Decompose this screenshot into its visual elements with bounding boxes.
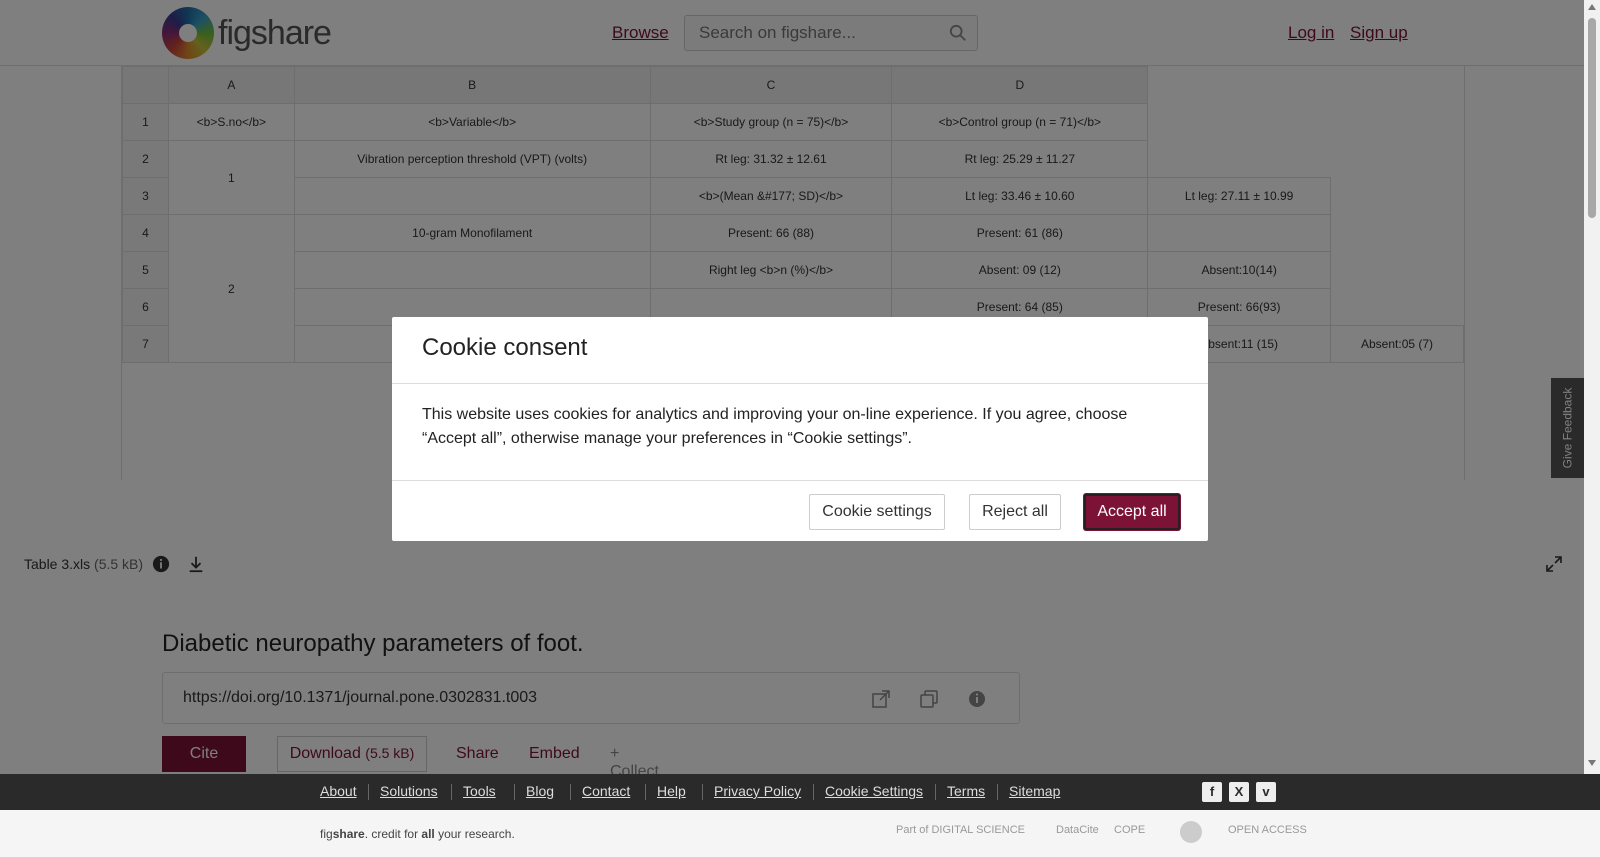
footer-link-cookie-settings[interactable]: Cookie Settings — [825, 783, 923, 799]
facebook-icon[interactable]: f — [1202, 782, 1222, 802]
footer-link-solutions[interactable]: Solutions — [380, 783, 438, 799]
cookie-consent-dialog: Cookie consent This website uses cookies… — [392, 317, 1208, 541]
footer-link-contact[interactable]: Contact — [582, 783, 630, 799]
dialog-body: This website uses cookies for analytics … — [422, 406, 1128, 447]
tagline-share: share — [332, 827, 365, 841]
footer-tagline: figshare. credit for all your research. — [320, 827, 515, 841]
tagline-mid: . credit for — [364, 827, 422, 841]
separator — [997, 784, 998, 800]
footer-nav: About Solutions Tools Blog Contact Help … — [0, 774, 1600, 810]
separator — [702, 784, 703, 800]
accept-all-button[interactable]: Accept all — [1084, 494, 1180, 530]
open-access-logo[interactable]: OPEN ACCESS — [1228, 824, 1307, 836]
footer-link-terms[interactable]: Terms — [947, 783, 985, 799]
scroll-down-arrow-icon[interactable] — [1588, 760, 1596, 766]
vimeo-icon[interactable]: v — [1256, 782, 1276, 802]
separator — [813, 784, 814, 800]
accreditation-badge-icon[interactable] — [1180, 821, 1202, 843]
scroll-thumb[interactable] — [1588, 18, 1596, 218]
footer-link-help[interactable]: Help — [657, 783, 686, 799]
scroll-up-arrow-icon[interactable] — [1588, 4, 1596, 10]
separator — [935, 784, 936, 800]
separator — [645, 784, 646, 800]
footer-link-tools[interactable]: Tools — [463, 783, 496, 799]
footer-link-blog[interactable]: Blog — [526, 783, 554, 799]
separator — [368, 784, 369, 800]
footer-link-privacy-policy[interactable]: Privacy Policy — [714, 783, 801, 799]
cookie-settings-button[interactable]: Cookie settings — [809, 494, 945, 530]
footer-bottom: figshare. credit for all your research. … — [0, 810, 1600, 857]
footer-link-about[interactable]: About — [320, 783, 357, 799]
page-scrollbar[interactable] — [1584, 0, 1600, 774]
tagline-post: your research. — [434, 827, 515, 841]
digital-science-logo[interactable]: Part of DIGITAL SCIENCE — [896, 824, 1025, 836]
cope-logo[interactable]: COPE — [1114, 824, 1145, 836]
datacite-logo[interactable]: DataCite — [1056, 824, 1099, 836]
divider — [392, 480, 1208, 481]
separator — [451, 784, 452, 800]
footer-link-sitemap[interactable]: Sitemap — [1009, 783, 1060, 799]
separator — [514, 784, 515, 800]
divider — [392, 383, 1208, 384]
separator — [570, 784, 571, 800]
tagline-all: all — [421, 827, 435, 841]
tagline-fig: fig — [320, 827, 333, 841]
dialog-title: Cookie consent — [422, 334, 588, 361]
reject-all-button[interactable]: Reject all — [969, 494, 1061, 530]
x-twitter-icon[interactable]: X — [1229, 782, 1249, 802]
